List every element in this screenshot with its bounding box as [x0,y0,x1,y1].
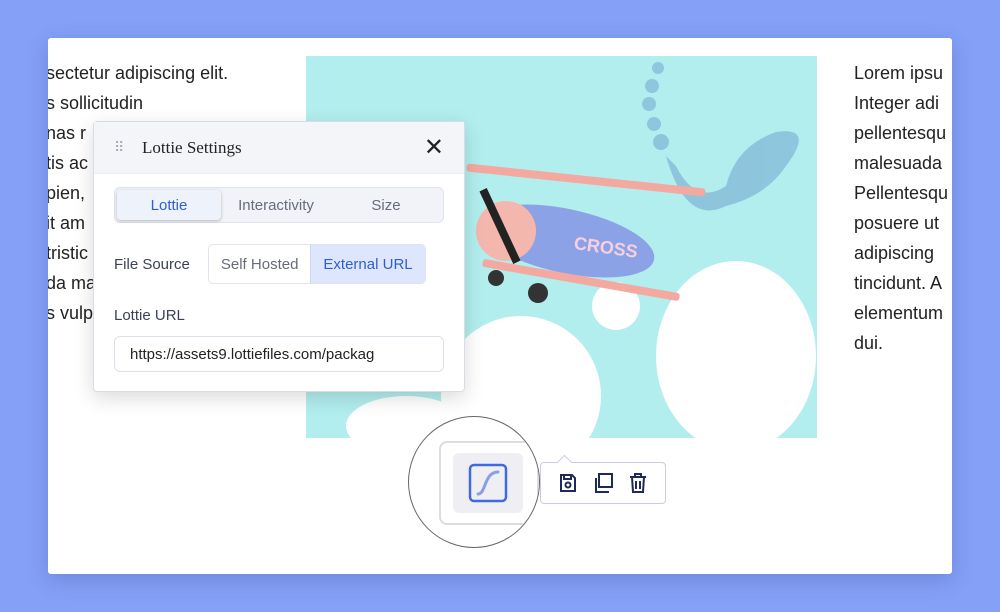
tab-size[interactable]: Size [331,190,441,220]
lottie-url-label: Lottie URL [114,307,185,324]
panel-title: Lottie Settings [142,137,242,157]
text-line: elementum [854,303,944,323]
self-hosted-button[interactable]: Self Hosted [209,245,311,283]
text-line: s sollicitudin [48,93,144,113]
lottie-block-button[interactable] [453,453,523,513]
save-icon[interactable] [556,471,580,495]
block-toolbar [540,462,666,504]
text-line: sectetur adipiscing elit. [48,63,229,83]
lottie-icon [468,463,508,503]
settings-tabs: Lottie Interactivity Size [114,187,444,223]
file-source-row: File Source Self Hosted External URL [114,244,426,284]
text-line: adipiscing [854,243,935,263]
text-line: Lorem ipsu [854,63,944,83]
paragraph-right: Lorem ipsu Integer adi pellentesqu malesuad… [854,58,952,358]
text-line: dui. [854,333,884,353]
text-line: malesuada [854,153,943,173]
panel-header: ⠿ Lottie Settings ✕ [94,122,464,174]
tab-lottie[interactable]: Lottie [117,190,221,220]
duplicate-icon[interactable] [591,471,615,495]
external-url-button[interactable]: External URL [310,245,425,283]
close-icon[interactable]: ✕ [424,135,444,160]
text-line: pellentesqu [854,123,947,143]
text-line: Pellentesqu [854,183,949,203]
tab-interactivity[interactable]: Interactivity [221,190,331,220]
delete-icon[interactable] [626,471,650,495]
text-line: tincidunt. A [854,273,943,293]
lottie-settings-panel: ⠿ Lottie Settings ✕ Lottie Interactivity… [93,121,465,392]
text-line: posuere ut [854,213,940,233]
text-line: Integer adi [854,93,940,113]
file-source-toggle: Self Hosted External URL [207,244,426,284]
magnifier-callout [408,416,540,548]
drag-handle-icon[interactable]: ⠿ [114,139,142,156]
file-source-label: File Source [114,255,190,273]
lottie-url-input[interactable] [114,336,444,372]
